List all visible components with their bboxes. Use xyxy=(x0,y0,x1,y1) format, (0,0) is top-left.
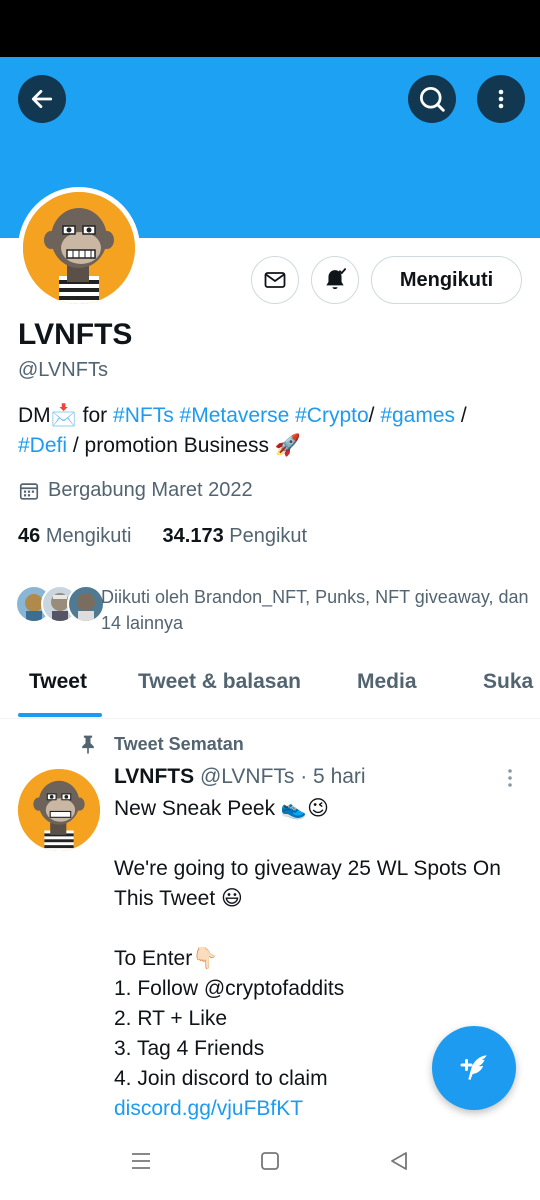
calendar-icon xyxy=(19,482,39,500)
join-date: Bergabung Maret 2022 xyxy=(18,479,253,502)
message-button[interactable] xyxy=(251,256,299,304)
triangle-back-icon xyxy=(391,1152,407,1170)
active-tab-indicator xyxy=(18,713,102,717)
search-button[interactable] xyxy=(408,75,456,123)
menu-lines-icon xyxy=(132,1153,150,1169)
hashtag-defi[interactable]: #Defi xyxy=(18,434,67,457)
inbox-emoji: 📩 xyxy=(50,404,77,427)
recent-apps-button[interactable] xyxy=(130,1150,152,1177)
system-back-button[interactable] xyxy=(388,1150,410,1177)
hashtag-crypto[interactable]: #Crypto xyxy=(295,404,369,427)
more-vertical-icon xyxy=(498,89,504,109)
notifications-button[interactable] xyxy=(311,256,359,304)
profile-tabs: Tweet Tweet & balasan Media Suka xyxy=(0,660,540,719)
tab-tweets-and-replies[interactable]: Tweet & balasan xyxy=(138,670,301,694)
bio-separator: / xyxy=(368,404,381,427)
bio-text-dm: DM xyxy=(18,404,51,427)
square-icon xyxy=(261,1152,279,1170)
profile-name: LVNFTS xyxy=(18,318,133,351)
bell-icon xyxy=(326,268,347,290)
bio-separator: / xyxy=(455,404,467,427)
bio-text-for: for xyxy=(76,404,114,427)
profile-handle: @LVNFTs xyxy=(18,359,108,381)
system-navigation-bar xyxy=(0,1130,540,1200)
followers-stat[interactable]: 34.173 Pengikut xyxy=(163,525,308,547)
ape-avatar-image xyxy=(23,192,135,304)
hashtag-metaverse[interactable]: #Metaverse xyxy=(180,404,290,427)
bio-text-tail: / promotion Business xyxy=(67,434,275,457)
avatar xyxy=(67,585,105,623)
followers-count: 34.173 xyxy=(162,525,224,547)
compose-tweet-button[interactable] xyxy=(432,1026,516,1110)
pin-icon xyxy=(82,735,94,754)
profile-bio: DM📩 for #NFTs #Metaverse #Crypto/ #games… xyxy=(18,401,523,461)
home-button[interactable] xyxy=(259,1150,281,1177)
following-stat[interactable]: 46 Mengikuti xyxy=(18,525,131,547)
mail-icon xyxy=(264,272,286,288)
hashtag-games[interactable]: #games xyxy=(380,404,455,427)
tab-media[interactable]: Media xyxy=(357,670,417,694)
tweet-author-avatar[interactable] xyxy=(18,769,100,851)
tab-tweet[interactable]: Tweet xyxy=(29,670,87,694)
hashtag-nfts[interactable]: #NFTs xyxy=(113,404,174,427)
compose-tweet-icon xyxy=(460,1055,487,1080)
tweet-header: LVNFTS @LVNFTs · 5 hari xyxy=(114,765,366,789)
pinned-label: Tweet Sematan xyxy=(78,733,244,755)
tweet-author-meta: @LVNFTs · 5 hari xyxy=(199,765,366,788)
pinned-text: Tweet Sematan xyxy=(114,733,244,754)
tweet-link[interactable]: discord.gg/vjuFBfKT xyxy=(114,1097,303,1120)
following-button[interactable]: Mengikuti xyxy=(371,256,522,304)
followed-by-text[interactable]: Diikuti oleh Brandon_NFT, Punks, NFT giv… xyxy=(101,584,531,636)
ape-avatar-image xyxy=(18,769,100,851)
back-button[interactable] xyxy=(18,75,66,123)
arrow-left-icon xyxy=(31,90,53,108)
tweet-author-name[interactable]: LVNFTS xyxy=(114,765,194,788)
join-date-text: Bergabung Maret 2022 xyxy=(48,479,253,501)
more-vertical-icon xyxy=(508,769,512,787)
profile-avatar[interactable] xyxy=(18,187,140,309)
more-options-button[interactable] xyxy=(477,75,525,123)
follow-stats: 46 Mengikuti 34.173 Pengikut xyxy=(18,525,307,548)
rocket-emoji: 🚀 xyxy=(274,434,301,457)
followed-by-avatars[interactable] xyxy=(15,585,105,623)
following-count: 46 xyxy=(18,525,41,547)
tweet-more-button[interactable] xyxy=(505,768,515,793)
followers-label: Pengikut xyxy=(229,525,308,547)
following-label: Mengikuti xyxy=(45,525,132,547)
tab-likes[interactable]: Suka xyxy=(483,670,533,694)
status-bar xyxy=(0,0,540,57)
search-icon xyxy=(420,87,445,112)
